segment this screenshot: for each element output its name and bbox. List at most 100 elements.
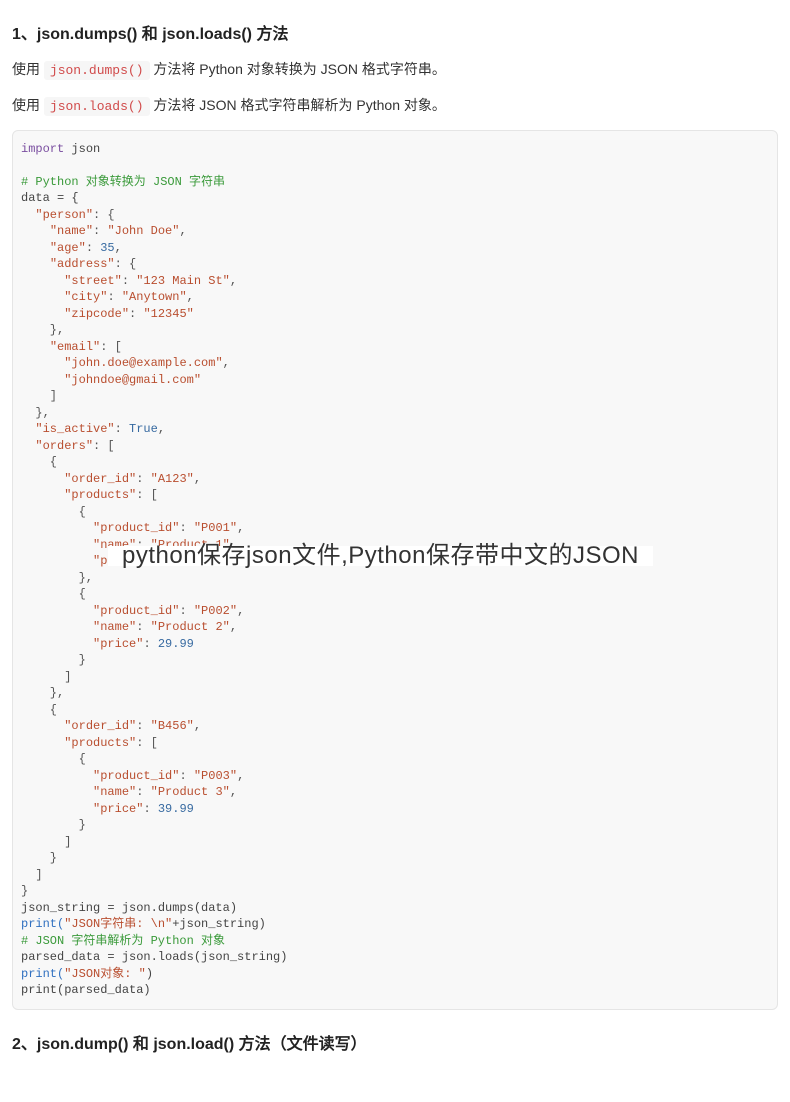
code-pun: , [237,521,244,535]
code-indent [21,785,93,799]
code-key: "orders" [35,439,93,453]
code-key: "email" [50,340,100,354]
code-pun: : [143,637,157,651]
code-pun: : [136,620,150,634]
code-val: "John Doe" [107,224,179,238]
code-pun: : { [93,208,115,222]
code-pun: , [237,604,244,618]
code-val: "P003" [194,769,237,783]
code-indent [21,604,93,618]
code-pun: ] [21,868,43,882]
code-key: "name" [93,785,136,799]
code-pun: : [129,307,143,321]
code-num: 39.99 [158,802,194,816]
code-val: "Product 3" [151,785,230,799]
desc-1: 使用 json.dumps() 方法将 Python 对象转换为 JSON 格式… [12,58,778,82]
code-key: "address" [50,257,115,271]
code-key: "product_id" [93,769,179,783]
code-key: "is_active" [35,422,114,436]
code-indent [21,224,50,238]
code-indent [21,719,64,733]
code-pun: : [179,521,193,535]
code-pun: , [187,290,194,304]
code-pun: , [237,769,244,783]
code-pun: : [136,472,150,486]
code-indent [21,274,64,288]
code-pun: , [223,356,230,370]
code-key: "age" [50,241,86,255]
code-pun: : [ [100,340,122,354]
code-indent [21,554,93,568]
code-bool: True [129,422,158,436]
code-pun: } [21,653,86,667]
code-pun: } [21,818,86,832]
code-pun: : [122,274,136,288]
code-pun: : [86,241,100,255]
code-num: 35 [100,241,114,255]
code-key: "city" [64,290,107,304]
code-key: "zipcode" [64,307,129,321]
code-indent [21,472,64,486]
code-text: +json_string) [172,917,266,931]
desc-2-pre: 使用 [12,97,44,113]
code-pun: : [ [136,736,158,750]
code-key: "price" [93,637,143,651]
code-val: "12345" [143,307,193,321]
desc-1-post: 方法将 Python 对象转换为 JSON 格式字符串。 [153,61,445,77]
code-pun: } [21,851,57,865]
code-pun: , [230,274,237,288]
code-pun: }, [21,686,64,700]
code-fn: print( [21,967,64,981]
code-key: "products" [64,736,136,750]
code-text: json_string = json.dumps(data) [21,901,237,915]
code-pun: , [194,719,201,733]
code-pun: : [93,224,107,238]
code-key: "name" [50,224,93,238]
code-kw: import [21,142,64,156]
code-pun: : [ [93,439,115,453]
code-pun: { [21,455,57,469]
code-indent [21,307,64,321]
inline-code-dumps: json.dumps() [44,61,150,80]
code-indent [21,488,64,502]
code-val: "B456" [151,719,194,733]
code-str: "JSON对象: " [64,967,146,981]
code-pun: , [158,422,165,436]
code-text: ) [146,967,153,981]
code-pun: { [21,752,86,766]
code-pun: }, [21,406,50,420]
code-val: "123 Main St" [136,274,230,288]
inline-code-loads: json.loads() [44,97,150,116]
code-indent [21,241,50,255]
code-indent [21,637,93,651]
code-indent [21,769,93,783]
code-pun: : { [115,257,137,271]
code-pun: : [143,802,157,816]
code-block: import json # Python 对象转换为 JSON 字符串 data… [12,130,778,1010]
code-indent [21,538,93,552]
code-pun: ] [21,670,71,684]
code-text: json [64,142,100,156]
code-pun: { [21,505,86,519]
desc-2-post: 方法将 JSON 格式字符串解析为 Python 对象。 [153,97,445,113]
desc-1-pre: 使用 [12,61,44,77]
desc-2: 使用 json.loads() 方法将 JSON 格式字符串解析为 Python… [12,94,778,118]
code-indent [21,422,35,436]
watermark-overlay: python保存json文件,Python保存带中文的JSON [108,546,653,567]
code-pun: , [230,785,237,799]
code-val: "johndoe@gmail.com" [64,373,201,387]
code-pun: , [194,472,201,486]
code-key: "product_id" [93,521,179,535]
section-1-title: 1、json.dumps() 和 json.loads() 方法 [12,20,778,44]
code-pun: : [136,785,150,799]
code-indent [21,521,93,535]
code-indent [21,620,93,634]
code-pun: }, [21,571,93,585]
code-indent [21,373,64,387]
code-key: "products" [64,488,136,502]
code-key: "name" [93,620,136,634]
code-comment: # Python 对象转换为 JSON 字符串 [21,175,225,189]
code-indent [21,736,64,750]
code-indent [21,802,93,816]
code-pun: } [21,884,28,898]
